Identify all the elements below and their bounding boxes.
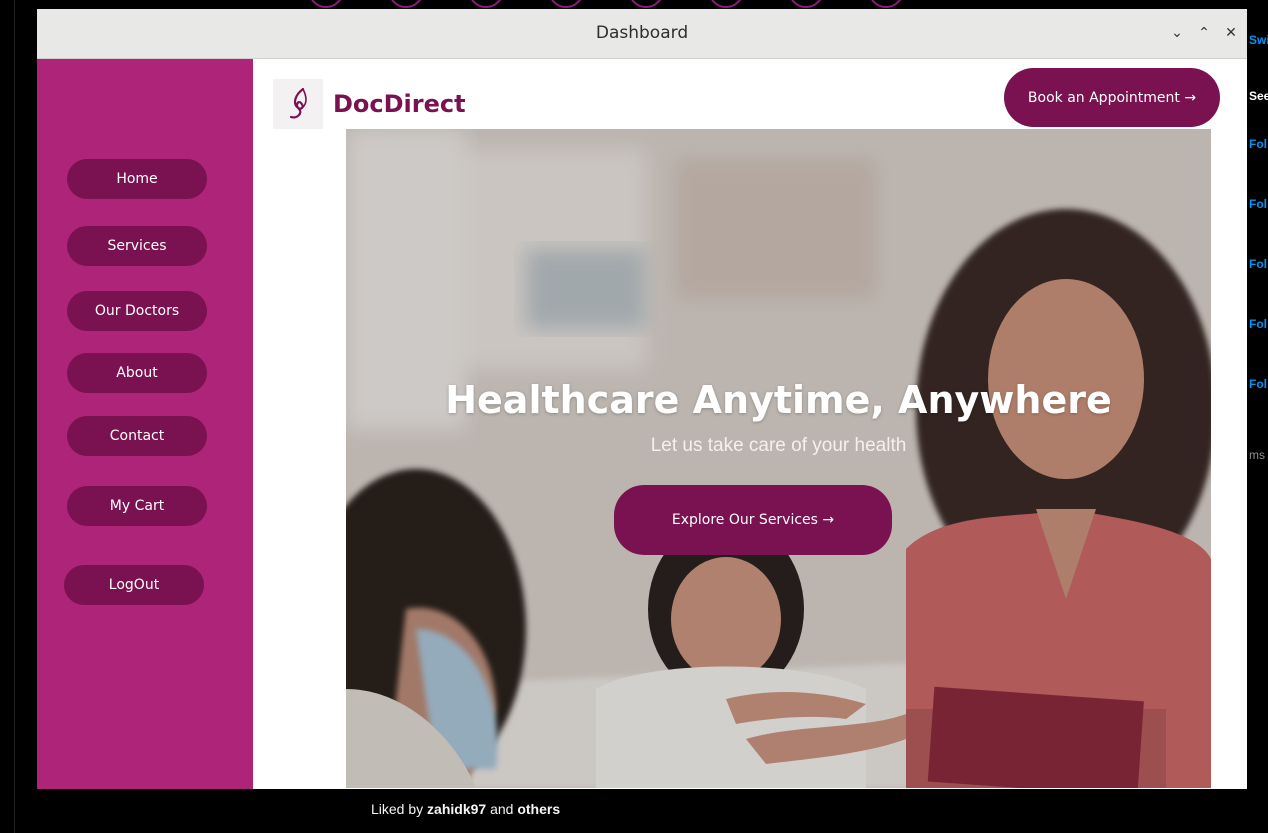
sidebar: Home Services Our Doctors About Contact … bbox=[37, 59, 253, 789]
window-title: Dashboard bbox=[595, 23, 689, 43]
hero-banner: Healthcare Anytime, Anywhere Let us take… bbox=[346, 129, 1211, 788]
footer-text: ms bbox=[1249, 448, 1265, 462]
sidebar-item-my-cart[interactable]: My Cart bbox=[67, 486, 207, 526]
brand-name[interactable]: DocDirect bbox=[333, 90, 466, 118]
story-ring bbox=[548, 0, 584, 8]
explore-services-button[interactable]: Explore Our Services → bbox=[614, 485, 892, 555]
follow-link[interactable]: Fol bbox=[1249, 257, 1267, 271]
switch-link[interactable]: Swi bbox=[1249, 33, 1268, 47]
liked-by-user[interactable]: zahidk97 bbox=[427, 801, 486, 817]
sidebar-item-contact[interactable]: Contact bbox=[67, 416, 207, 456]
background-side-panel: Swi See Fol Fol Fol Fol Fol ms bbox=[1247, 0, 1268, 833]
minimize-icon[interactable]: ⌄ bbox=[1168, 24, 1186, 42]
liked-by-prefix: Liked by bbox=[371, 801, 424, 817]
desktop-edge bbox=[14, 0, 15, 833]
follow-link[interactable]: Fol bbox=[1249, 317, 1267, 331]
hero-photo bbox=[346, 129, 1211, 788]
sidebar-item-services[interactable]: Services bbox=[67, 226, 207, 266]
logout-button[interactable]: LogOut bbox=[64, 565, 204, 605]
sidebar-item-home[interactable]: Home bbox=[67, 159, 207, 199]
app-window: Dashboard ⌄ ⌃ ✕ Home Services Our Doctor… bbox=[37, 9, 1247, 789]
leaf-drop-icon[interactable] bbox=[273, 79, 323, 129]
sidebar-item-about[interactable]: About bbox=[67, 353, 207, 393]
follow-link[interactable]: Fol bbox=[1249, 137, 1267, 151]
story-ring bbox=[468, 0, 504, 8]
see-all-link[interactable]: See bbox=[1249, 89, 1268, 103]
follow-link[interactable]: Fol bbox=[1249, 197, 1267, 211]
story-ring bbox=[788, 0, 824, 8]
liked-by-and: and bbox=[490, 801, 514, 817]
story-ring bbox=[708, 0, 744, 8]
main-content: DocDirect Book an Appointment → Healthca… bbox=[253, 59, 1247, 789]
close-icon[interactable]: ✕ bbox=[1222, 24, 1240, 42]
liked-by-others[interactable]: others bbox=[517, 801, 560, 817]
story-ring bbox=[388, 0, 424, 8]
hero-title: Healthcare Anytime, Anywhere bbox=[445, 378, 1112, 422]
story-ring bbox=[628, 0, 664, 8]
maximize-icon[interactable]: ⌃ bbox=[1195, 24, 1213, 42]
story-ring bbox=[308, 0, 344, 8]
hero-subtitle: Let us take care of your health bbox=[650, 435, 907, 456]
story-ring bbox=[868, 0, 904, 8]
book-appointment-button[interactable]: Book an Appointment → bbox=[1004, 68, 1220, 127]
title-bar: Dashboard ⌄ ⌃ ✕ bbox=[37, 9, 1247, 59]
sidebar-item-our-doctors[interactable]: Our Doctors bbox=[67, 291, 207, 331]
follow-link[interactable]: Fol bbox=[1249, 377, 1267, 391]
liked-by-text: Liked by zahidk97 and others bbox=[371, 801, 560, 817]
